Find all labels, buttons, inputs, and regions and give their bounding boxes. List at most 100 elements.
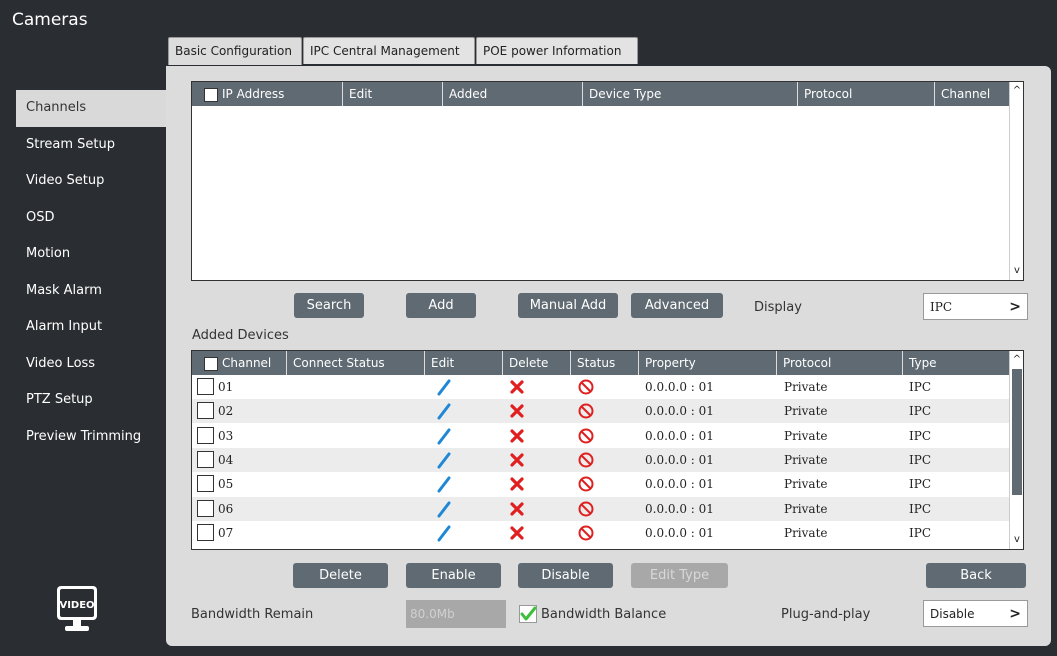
display-select[interactable]: IPC >: [923, 293, 1028, 320]
added-devices-title: Added Devices: [192, 328, 289, 343]
header-ip-address-label: IP Address: [222, 87, 285, 101]
table-row[interactable]: 01 0.0.0.0 : 01 Private IPC: [192, 375, 1009, 399]
row-checkbox[interactable]: [197, 426, 214, 444]
sidebar-item-ptz-setup[interactable]: PTZ Setup: [0, 382, 166, 419]
pencil-icon[interactable]: [435, 472, 453, 496]
cell-protocol: Private: [784, 428, 828, 443]
table-row[interactable]: 02 0.0.0.0 : 01 Private IPC: [192, 399, 1009, 424]
bandwidth-remain-field: 80.0Mb: [406, 600, 506, 628]
cell-property: 0.0.0.0 : 01: [645, 501, 714, 516]
select-all-checkbox[interactable]: [204, 87, 218, 102]
added-table-scrollbar[interactable]: ^ v: [1009, 351, 1023, 549]
sidebar-item-video-loss[interactable]: Video Loss: [0, 346, 166, 383]
header-delete: Delete: [502, 351, 570, 375]
x-icon[interactable]: [508, 497, 526, 521]
scroll-up-icon[interactable]: ^: [1010, 84, 1024, 98]
sidebar-item-alarm-input[interactable]: Alarm Input: [0, 309, 166, 346]
row-checkbox[interactable]: [197, 499, 214, 517]
search-results-table: IP Address Edit Added Device Type Protoc…: [191, 81, 1024, 281]
x-icon[interactable]: [508, 424, 526, 448]
display-label: Display: [754, 300, 802, 315]
pencil-icon[interactable]: [435, 424, 453, 448]
cell-protocol: Private: [784, 477, 828, 492]
tab-ipc-central-management[interactable]: IPC Central Management: [303, 37, 475, 64]
enable-button[interactable]: Enable: [406, 563, 501, 588]
cell-type: IPC: [909, 452, 931, 467]
sidebar-item-mask-alarm[interactable]: Mask Alarm: [0, 273, 166, 310]
sidebar-item-motion[interactable]: Motion: [0, 236, 166, 273]
pencil-icon[interactable]: [435, 521, 453, 545]
prohibited-icon: [578, 452, 594, 468]
x-icon[interactable]: [508, 399, 526, 423]
cell-type: IPC: [909, 501, 931, 516]
row-checkbox[interactable]: [197, 450, 214, 468]
table-row[interactable]: 07 0.0.0.0 : 01 Private IPC: [192, 521, 1009, 545]
edit-type-button[interactable]: Edit Type: [631, 563, 728, 588]
video-logo-text: VIDEO: [59, 600, 94, 611]
row-checkbox[interactable]: [197, 523, 214, 541]
advanced-button[interactable]: Advanced: [631, 293, 723, 318]
disable-button[interactable]: Disable: [518, 563, 613, 588]
search-table-scrollbar[interactable]: ^ v: [1009, 82, 1023, 280]
scroll-down-icon[interactable]: v: [1010, 264, 1024, 278]
pencil-icon[interactable]: [435, 497, 453, 521]
added-table-header: Channel Connect Status Edit Delete Statu…: [192, 351, 1009, 375]
cell-channel: 01: [218, 380, 234, 394]
header-edit: Edit: [424, 351, 502, 375]
back-button[interactable]: Back: [926, 563, 1026, 588]
row-checkbox[interactable]: [197, 378, 214, 395]
pencil-icon[interactable]: [435, 448, 453, 472]
cell-protocol: Private: [784, 380, 828, 394]
bandwidth-remain-label: Bandwidth Remain: [191, 607, 314, 622]
header-channel-label: Channel: [222, 356, 272, 370]
sidebar-item-video-setup[interactable]: Video Setup: [0, 163, 166, 200]
header-device-type: Device Type: [582, 82, 797, 106]
delete-button[interactable]: Delete: [293, 563, 388, 588]
cell-type: IPC: [909, 404, 931, 419]
manual-add-button[interactable]: Manual Add: [518, 293, 618, 318]
display-value: IPC: [930, 300, 952, 314]
cell-property: 0.0.0.0 : 01: [645, 525, 714, 540]
plug-and-play-select[interactable]: Disable >: [923, 600, 1028, 627]
x-icon[interactable]: [508, 472, 526, 496]
scroll-down-icon[interactable]: v: [1010, 533, 1024, 547]
sidebar: Channels Stream Setup Video Setup OSD Mo…: [0, 90, 166, 455]
sidebar-item-channels[interactable]: Channels: [16, 90, 166, 127]
cell-channel: 02: [218, 404, 234, 419]
scroll-thumb[interactable]: [1012, 369, 1022, 495]
sidebar-item-stream-setup[interactable]: Stream Setup: [0, 127, 166, 164]
x-icon[interactable]: [508, 448, 526, 472]
cell-channel: 07: [218, 525, 234, 540]
bandwidth-balance-checkbox[interactable]: [519, 605, 537, 623]
cell-type: IPC: [909, 477, 931, 492]
table-row[interactable]: 03 0.0.0.0 : 01 Private IPC: [192, 424, 1009, 448]
chevron-right-icon: >: [1009, 299, 1021, 315]
added-devices-table: Channel Connect Status Edit Delete Statu…: [191, 350, 1024, 550]
checkmark-icon: [520, 606, 537, 621]
cell-channel: 05: [218, 477, 234, 492]
sidebar-item-preview-trimming[interactable]: Preview Trimming: [0, 419, 166, 456]
table-row[interactable]: 06 0.0.0.0 : 01 Private IPC: [192, 496, 1009, 521]
x-icon[interactable]: [508, 521, 526, 545]
add-button[interactable]: Add: [406, 293, 476, 318]
header-protocol: Protocol: [776, 351, 902, 375]
cell-type: IPC: [909, 380, 931, 394]
scroll-up-icon[interactable]: ^: [1010, 353, 1024, 367]
header-edit: Edit: [342, 82, 442, 106]
bandwidth-balance-label: Bandwidth Balance: [541, 607, 667, 622]
row-checkbox[interactable]: [197, 402, 214, 420]
tab-poe-power-information[interactable]: POE power Information: [476, 37, 638, 64]
select-all-devices-checkbox[interactable]: [204, 356, 218, 371]
header-connect-status: Connect Status: [286, 351, 424, 375]
tab-basic-configuration[interactable]: Basic Configuration: [168, 37, 302, 65]
pencil-icon[interactable]: [435, 399, 453, 423]
table-row[interactable]: 04 0.0.0.0 : 01 Private IPC: [192, 447, 1009, 472]
cell-protocol: Private: [784, 525, 828, 540]
video-monitor-icon: VIDEO: [57, 586, 97, 631]
sidebar-item-osd[interactable]: OSD: [0, 200, 166, 237]
search-button[interactable]: Search: [294, 293, 364, 318]
pencil-icon[interactable]: [435, 375, 453, 399]
table-row[interactable]: 05 0.0.0.0 : 01 Private IPC: [192, 472, 1009, 496]
x-icon[interactable]: [508, 375, 526, 399]
row-checkbox[interactable]: [197, 475, 214, 493]
